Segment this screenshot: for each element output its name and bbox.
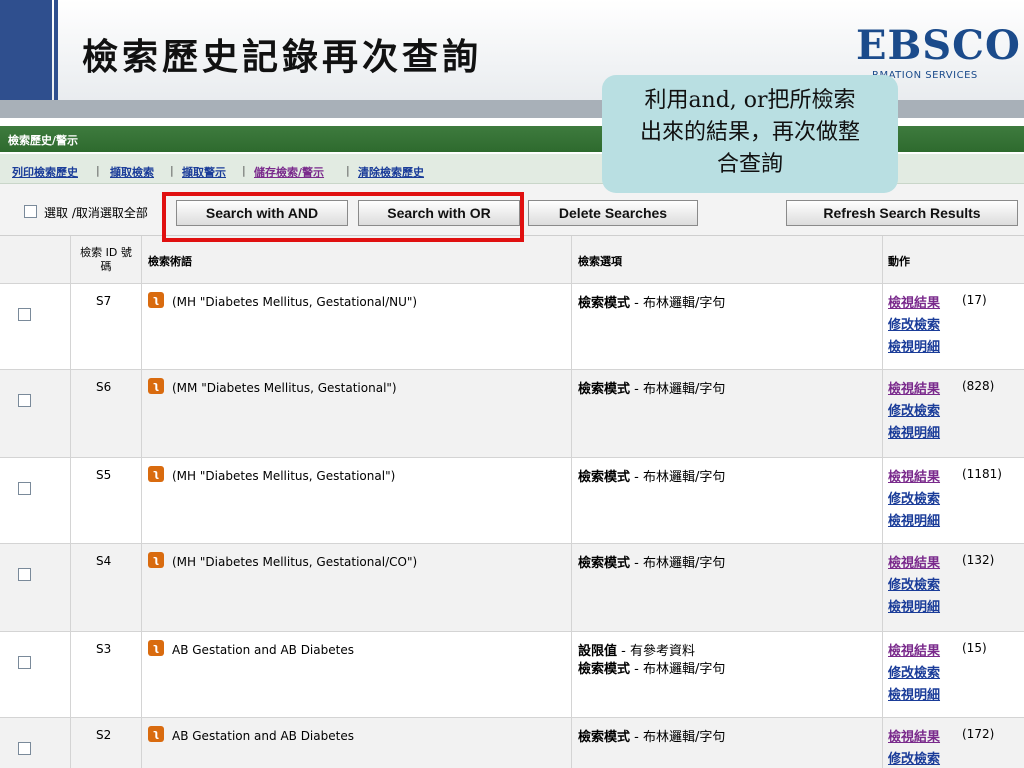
highlight-box xyxy=(162,192,524,242)
select-all-checkbox[interactable] xyxy=(24,205,37,218)
view-results-link[interactable]: 檢視結果 xyxy=(888,378,940,397)
row-search-id: S4 xyxy=(96,554,112,568)
row-search-term: (MM "Diabetes Mellitus, Gestational") xyxy=(172,381,397,395)
view-details-link[interactable]: 檢視明細 xyxy=(888,684,940,703)
row-search-term: (MH "Diabetes Mellitus, Gestational") xyxy=(172,469,396,483)
result-count: (172) xyxy=(962,727,995,741)
row-search-term: AB Gestation and AB Diabetes xyxy=(172,729,354,743)
row-search-term: (MH "Diabetes Mellitus, Gestational/NU") xyxy=(172,295,418,309)
row-search-id: S7 xyxy=(96,294,112,308)
refresh-search-results-button[interactable]: Refresh Search Results xyxy=(786,200,1018,226)
row-search-term: (MH "Diabetes Mellitus, Gestational/CO") xyxy=(172,555,418,569)
row-checkbox[interactable] xyxy=(18,308,31,321)
link-retrieve-alerts[interactable]: 擷取警示 xyxy=(182,164,226,180)
header-search-options: 檢索選項 xyxy=(578,255,622,268)
row-checkbox[interactable] xyxy=(18,742,31,755)
header-actions: 動作 xyxy=(888,255,910,268)
rss-icon[interactable]: ʅ xyxy=(148,378,164,394)
row-search-option: 檢索模式 - 布林邏輯/字句 xyxy=(578,662,726,677)
modify-search-link[interactable]: 修改檢索 xyxy=(888,662,940,681)
header-search-id: 檢索 ID 號碼 xyxy=(80,246,132,273)
slide-accent-bar xyxy=(0,0,52,100)
table-row: S4 ʅ (MH "Diabetes Mellitus, Gestational… xyxy=(0,544,1024,632)
rss-icon[interactable]: ʅ xyxy=(148,552,164,568)
slide-accent-line xyxy=(54,0,58,100)
callout-text: 利用and, or把所檢索出來的結果，再次做整合查詢 xyxy=(639,88,860,177)
view-results-link[interactable]: 檢視結果 xyxy=(888,552,940,571)
view-details-link[interactable]: 檢視明細 xyxy=(888,596,940,615)
row-search-option: 設限值 - 有參考資料 xyxy=(578,644,695,659)
row-search-term: AB Gestation and AB Diabetes xyxy=(172,643,354,657)
modify-search-link[interactable]: 修改檢索 xyxy=(888,574,940,593)
row-checkbox[interactable] xyxy=(18,656,31,669)
table-row: S7 ʅ (MH "Diabetes Mellitus, Gestational… xyxy=(0,284,1024,370)
row-checkbox[interactable] xyxy=(18,394,31,407)
table-header-row: 檢索 ID 號碼 檢索術語 檢索選項 動作 xyxy=(0,236,1024,284)
row-search-id: S2 xyxy=(96,728,112,742)
link-clear-history[interactable]: 清除檢索歷史 xyxy=(358,164,424,180)
row-checkbox[interactable] xyxy=(18,482,31,495)
modify-search-link[interactable]: 修改檢索 xyxy=(888,748,940,767)
slide-title: 檢索歷史記錄再次查詢 xyxy=(82,36,483,78)
table-row: S6 ʅ (MM "Diabetes Mellitus, Gestational… xyxy=(0,370,1024,458)
table-row: S3 ʅ AB Gestation and AB Diabetes 設限值 - … xyxy=(0,632,1024,718)
view-details-link[interactable]: 檢視明細 xyxy=(888,510,940,529)
panel-title: 檢索歷史/警示 xyxy=(8,134,79,147)
header-search-terms: 檢索術語 xyxy=(148,255,192,268)
result-count: (828) xyxy=(962,379,995,393)
row-checkbox[interactable] xyxy=(18,568,31,581)
row-search-option: 檢索模式 - 布林邏輯/字句 xyxy=(578,730,726,745)
result-count: (1181) xyxy=(962,467,1002,481)
table-row: S2 ʅ AB Gestation and AB Diabetes 檢索模式 -… xyxy=(0,718,1024,768)
view-details-link[interactable]: 檢視明細 xyxy=(888,422,940,441)
row-search-id: S6 xyxy=(96,380,112,394)
row-search-option: 檢索模式 - 布林邏輯/字句 xyxy=(578,470,726,485)
rss-icon[interactable]: ʅ xyxy=(148,726,164,742)
link-save-searches-alerts[interactable]: 儲存檢索/警示 xyxy=(254,164,324,180)
logo-text: EBSCO xyxy=(856,22,1021,69)
link-retrieve-searches[interactable]: 擷取檢索 xyxy=(110,164,154,180)
row-search-option: 檢索模式 - 布林邏輯/字句 xyxy=(578,296,726,311)
link-print-history[interactable]: 列印檢索歷史 xyxy=(12,164,78,180)
modify-search-link[interactable]: 修改檢索 xyxy=(888,400,940,419)
view-details-link[interactable]: 檢視明細 xyxy=(888,336,940,355)
result-count: (132) xyxy=(962,553,995,567)
view-results-link[interactable]: 檢視結果 xyxy=(888,466,940,485)
modify-search-link[interactable]: 修改檢索 xyxy=(888,488,940,507)
rss-icon[interactable]: ʅ xyxy=(148,466,164,482)
modify-search-link[interactable]: 修改檢索 xyxy=(888,314,940,333)
rss-icon[interactable]: ʅ xyxy=(148,292,164,308)
result-count: (15) xyxy=(962,641,987,655)
row-search-option: 檢索模式 - 布林邏輯/字句 xyxy=(578,382,726,397)
select-all-label: 選取 /取消選取全部 xyxy=(44,206,148,220)
row-search-option: 檢索模式 - 布林邏輯/字句 xyxy=(578,556,726,571)
delete-searches-button[interactable]: Delete Searches xyxy=(528,200,698,226)
view-results-link[interactable]: 檢視結果 xyxy=(888,726,940,745)
row-search-id: S3 xyxy=(96,642,112,656)
result-count: (17) xyxy=(962,293,987,307)
rss-icon[interactable]: ʅ xyxy=(148,640,164,656)
view-results-link[interactable]: 檢視結果 xyxy=(888,640,940,659)
row-search-id: S5 xyxy=(96,468,112,482)
callout-bubble: 利用and, or把所檢索出來的結果，再次做整合查詢 xyxy=(602,75,898,193)
table-row: S5 ʅ (MH "Diabetes Mellitus, Gestational… xyxy=(0,458,1024,544)
view-results-link[interactable]: 檢視結果 xyxy=(888,292,940,311)
